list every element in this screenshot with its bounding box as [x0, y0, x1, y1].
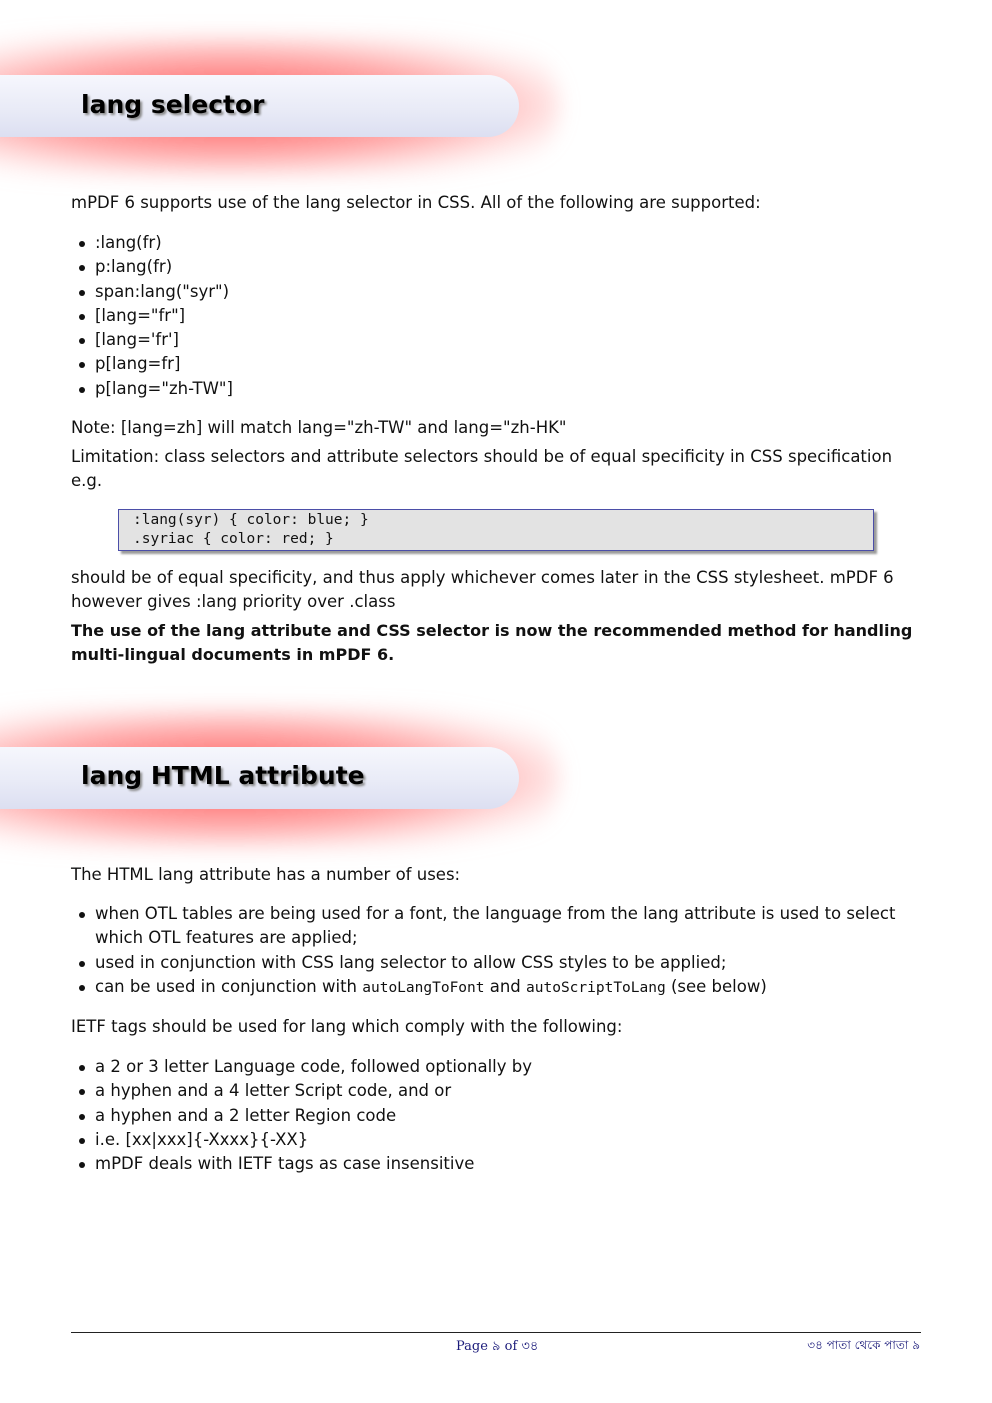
bullet-icon — [79, 1089, 85, 1096]
inline-code: autoScriptToLang — [526, 979, 666, 996]
list-item: i.e. [xx|xxx]{-Xxxx}{-XX} — [71, 1128, 921, 1152]
footer-page-info: ৩৪ পাতা থেকে পাতা ৯ — [807, 1338, 920, 1352]
inline-code: autoLangToFont — [362, 979, 485, 996]
list-item: [lang="fr"] — [71, 304, 921, 328]
recommendation-paragraph: The use of the lang attribute and CSS se… — [71, 621, 913, 664]
bullet-icon — [79, 289, 85, 296]
ietf-intro-paragraph: IETF tags should be used for lang which … — [71, 1017, 623, 1036]
section-heading: lang selector — [81, 90, 265, 119]
bullet-icon — [79, 1065, 85, 1071]
specificity-paragraph: should be of equal specificity, and thus… — [71, 568, 894, 611]
list-item: mPDF deals with IETF tags as case insens… — [71, 1152, 921, 1176]
bullet-icon — [79, 1137, 85, 1144]
code-line: :lang(syr) { color: blue; } — [133, 512, 369, 528]
section-heading: lang HTML attribute — [81, 761, 365, 790]
limitation-paragraph: Limitation: class selectors and attribut… — [71, 447, 893, 490]
code-block: :lang(syr) { color: blue; } .syriac { co… — [118, 509, 874, 551]
bullet-icon — [79, 960, 85, 967]
list-item: a hyphen and a 4 letter Script code, and… — [71, 1079, 921, 1103]
bullet-icon — [79, 265, 85, 272]
bullet-icon — [79, 338, 85, 345]
list-item: a 2 or 3 letter Language code, followed … — [71, 1055, 921, 1079]
list-item: can be used in conjunction with autoLang… — [71, 975, 921, 1000]
list-item: span:lang("syr") — [71, 280, 921, 304]
bullet-icon — [79, 1162, 85, 1169]
list-item: when OTL tables are being used for a fon… — [71, 902, 921, 951]
ietf-rules-list: a 2 or 3 letter Language code, followed … — [71, 1055, 921, 1176]
list-item: p:lang(fr) — [71, 255, 921, 279]
list-item: [lang='fr'] — [71, 328, 921, 352]
list-item: :lang(fr) — [71, 231, 921, 255]
footer-page-number: Page ৯ of ৩৪ — [456, 1339, 539, 1354]
code-line: .syriac { color: red; } — [133, 531, 334, 547]
list-item: used in conjunction with CSS lang select… — [71, 951, 921, 975]
footer-divider — [71, 1332, 921, 1333]
note-paragraph: Note: [lang=zh] will match lang="zh-TW" … — [71, 418, 567, 437]
list-item: p[lang=fr] — [71, 352, 921, 376]
bullet-icon — [79, 313, 85, 320]
bullet-icon — [79, 362, 85, 369]
list-item: a hyphen and a 2 letter Region code — [71, 1104, 921, 1128]
bullet-icon — [79, 984, 85, 991]
intro-paragraph: mPDF 6 supports use of the lang selector… — [71, 193, 761, 212]
intro-paragraph: The HTML lang attribute has a number of … — [71, 865, 461, 884]
list-item: p[lang="zh-TW"] — [71, 377, 921, 401]
selector-list: :lang(fr) p:lang(fr) span:lang("syr") [l… — [71, 231, 921, 401]
bullet-icon — [79, 912, 85, 918]
uses-list: when OTL tables are being used for a fon… — [71, 902, 921, 1000]
bullet-icon — [79, 386, 85, 393]
bullet-icon — [79, 241, 85, 247]
bullet-icon — [79, 1113, 85, 1120]
